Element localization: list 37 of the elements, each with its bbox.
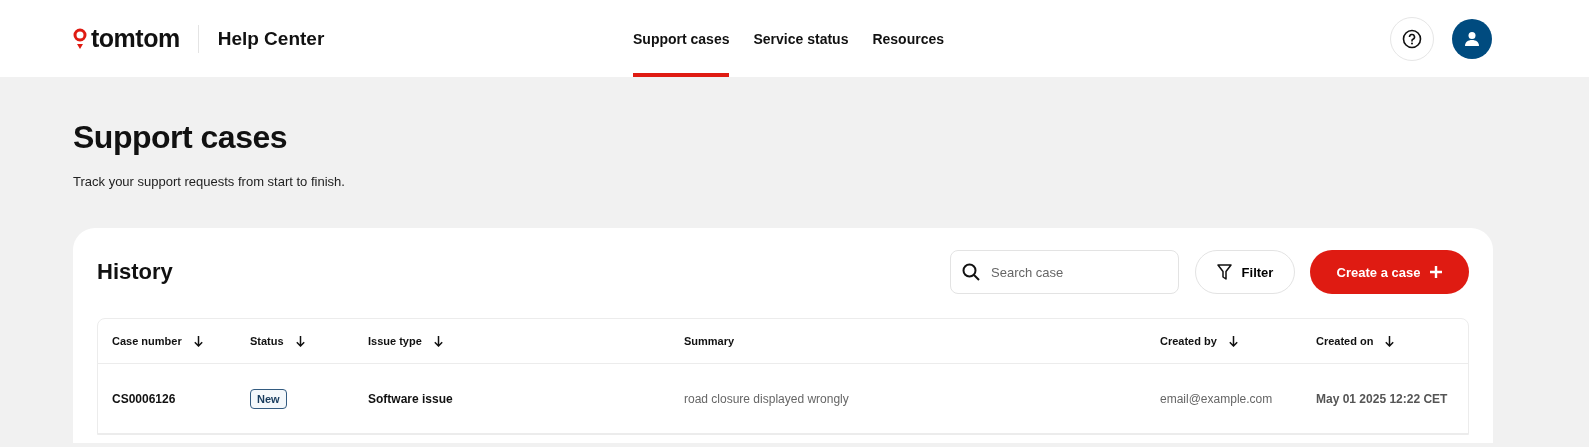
search-field[interactable]: Search case: [950, 250, 1179, 294]
sort-arrow-icon[interactable]: [193, 335, 203, 347]
issue-type: Software issue: [368, 391, 454, 406]
column-header: Issue type: [368, 335, 422, 347]
nav-tab[interactable]: Service status: [753, 0, 849, 77]
column-header: Created on: [1316, 335, 1374, 347]
help-icon: [1402, 28, 1422, 49]
logo-text: tomtom: [91, 24, 180, 53]
created-on-cell-text: May 01 2025 12:22 CET: [1316, 391, 1449, 406]
sort-arrow-icon[interactable]: [1228, 335, 1238, 347]
page-title: Support cases: [73, 119, 288, 156]
status-badge: New: [250, 388, 287, 409]
pin-icon: [73, 27, 87, 50]
column-header: Status: [250, 335, 284, 347]
avatar-button[interactable]: [1452, 18, 1492, 59]
summary-cell-text: road closure displayed wrongly: [684, 391, 850, 406]
plus-icon: [1430, 266, 1443, 278]
nav-tab[interactable]: Support cases: [633, 0, 730, 77]
user-icon: [1464, 30, 1480, 47]
product-name: Help Center: [217, 27, 325, 50]
section-title: History: [97, 259, 174, 285]
sort-arrow-icon[interactable]: [1385, 335, 1395, 347]
page-subtitle: Track your support requests from start to finish.: [73, 174, 346, 189]
filter-button[interactable]: Filter: [1195, 250, 1295, 294]
create-case-button[interactable]: Create a case: [1310, 250, 1469, 294]
filter-icon: [1216, 264, 1232, 280]
created-by-cell-text: email@example.com: [1160, 391, 1274, 406]
nav-tab[interactable]: Resources: [872, 0, 945, 77]
sort-arrow-icon[interactable]: [433, 335, 443, 347]
logo[interactable]: tomtom: [73, 24, 199, 53]
column-header: Case number: [112, 335, 182, 347]
help-button[interactable]: [1390, 16, 1434, 61]
column-header: Summary: [684, 335, 735, 347]
case-number: CS0006126: [112, 391, 177, 406]
search-icon: [962, 263, 980, 281]
sort-arrow-icon[interactable]: [295, 335, 305, 347]
column-header: Created by: [1160, 335, 1217, 347]
